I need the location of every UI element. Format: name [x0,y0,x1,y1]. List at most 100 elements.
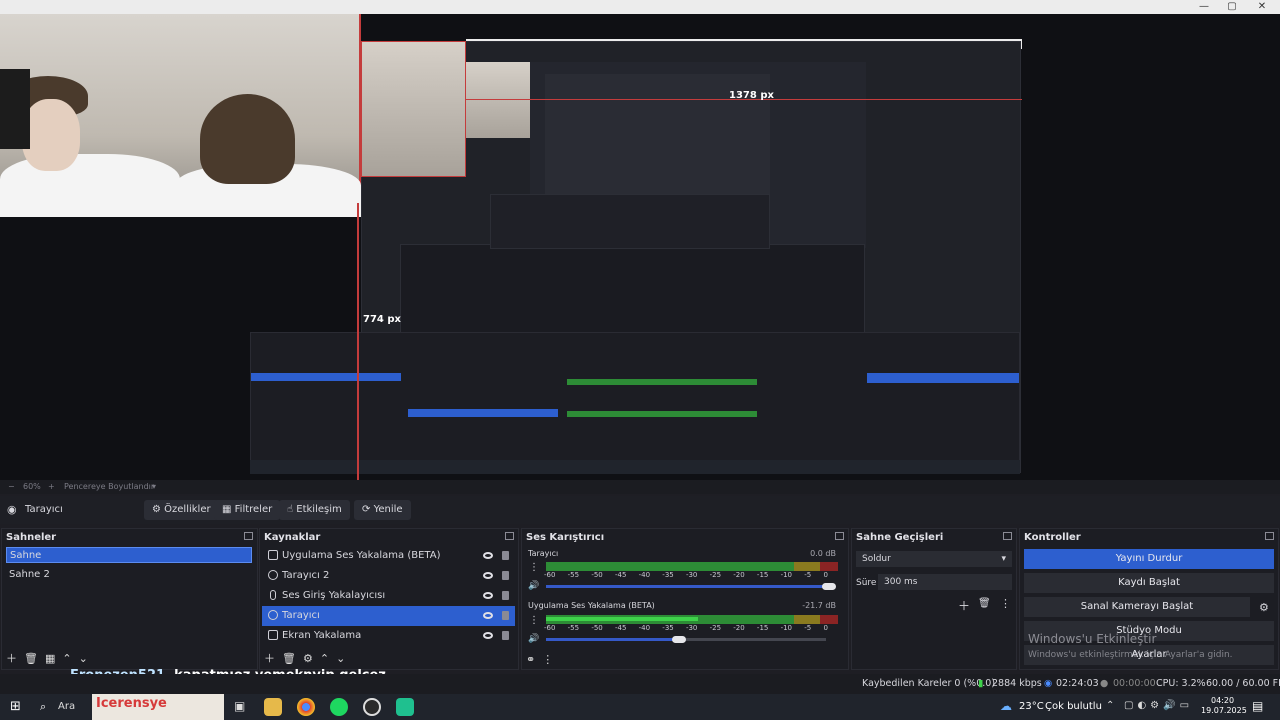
obs-icon[interactable] [363,698,381,716]
height-readout: 774 px [363,314,401,325]
zoom-out-icon[interactable]: − [8,482,15,491]
activation-watermark-text: Windows'u etkinleştirmek için Ayarlar'a … [1028,650,1233,660]
gear-icon[interactable]: ⚙ [303,652,313,665]
chevron-up-icon[interactable]: ⌃ [320,652,329,665]
mixer-footer: ⚭ ⋮ [526,653,553,666]
mixer-channel-name: Uygulama Ses Yakalama (BETA) [528,601,655,610]
stream-time: 02:24:03 [1056,678,1099,689]
spotify-icon[interactable] [330,698,348,716]
lock-icon[interactable] [502,591,509,600]
meter-level [546,617,698,621]
scene-item[interactable]: Sahne 2 [6,567,252,583]
kebab-menu-icon[interactable]: ⋮ [542,653,553,666]
duration-input[interactable]: 300 ms [878,574,1012,590]
speaker-icon[interactable]: 🔊 [528,581,539,591]
add-icon[interactable]: ＋ [6,652,17,665]
windows-start-icon[interactable]: ⊞ [10,699,21,714]
lock-icon[interactable] [502,551,509,560]
mixer-dock: Ses Karıştırıcı Tarayıcı 0.0 dB ⋮ -60 -5… [521,528,849,670]
refresh-button[interactable]: ⟳ Yenile [354,500,411,520]
undock-icon[interactable] [1265,532,1274,540]
program-preview[interactable]: 1378 px 774 px [0,14,1280,480]
chevron-down-icon[interactable]: ▾ [152,482,156,491]
width-readout: 1378 px [729,90,774,101]
chevron-down-icon[interactable]: ⌄ [336,652,345,665]
eye-icon[interactable] [483,572,493,579]
meter-green-zone [546,562,794,571]
search-icon[interactable]: ⌕ [40,700,46,714]
source-row[interactable]: Tarayıcı 2 [262,566,515,586]
trash-icon[interactable]: 🗑 [978,598,991,609]
volume-slider[interactable] [546,585,826,588]
controls-dock: Kontroller Yayını Durdur Kaydı Başlat Sa… [1019,528,1279,670]
webcam-source [0,14,361,217]
eye-icon[interactable] [483,612,493,619]
interact-button[interactable]: ☝ Etkileşim [279,500,350,520]
chevron-down-icon[interactable]: ⌄ [79,652,88,665]
file-explorer-icon[interactable] [264,698,282,716]
close-button[interactable]: ✕ [1248,0,1276,14]
globe-icon [268,610,278,620]
pointer-icon: ☝ [287,504,297,515]
eye-icon[interactable] [483,552,493,559]
minimize-button[interactable]: — [1190,0,1218,14]
sources-title: Kaynaklar [264,532,321,543]
nested-webcam-2 [466,62,530,138]
properties-button[interactable]: ⚙ Özellikler [144,500,219,520]
taskbar-time: 04:20 [1211,696,1235,705]
lock-icon[interactable] [502,571,509,580]
trash-icon[interactable]: 🗑 [24,652,38,665]
gear-icon[interactable]: ⚙ [1259,601,1269,614]
undock-icon[interactable] [1003,532,1012,540]
eye-icon[interactable] [483,632,493,639]
fit-to-window[interactable]: Pencereye Boyutlandır [64,482,154,491]
maximize-button[interactable]: ▢ [1218,0,1246,14]
undock-icon[interactable] [244,532,253,540]
speaker-icon[interactable]: 🔊 [528,634,539,644]
lock-icon[interactable] [502,631,509,640]
kebab-menu-icon[interactable]: ⋮ [529,615,539,626]
dropped-frames: Kaybedilen Kareler 0 (%0.0) [862,678,996,689]
undock-icon[interactable] [835,532,844,540]
chevron-up-icon[interactable]: ⌃ [62,652,71,665]
task-view-icon[interactable]: ▣ [234,699,245,713]
kebab-menu-icon[interactable]: ⋮ [529,562,539,573]
filters-button[interactable]: ▦ Filtreler [214,500,281,520]
start-recording-button[interactable]: Kaydı Başlat [1024,573,1274,593]
nested-obs-window-2 [490,194,770,249]
add-icon[interactable]: ＋ [264,652,275,665]
scene-item[interactable]: Sahne [6,547,252,563]
undock-icon[interactable] [505,532,514,540]
trash-icon[interactable]: 🗑 [282,652,296,665]
bitrate: 2884 kbps [992,678,1042,689]
source-row[interactable]: Tarayıcı [262,606,515,626]
gear-icon: ⚙ [152,504,165,515]
taskbar-search[interactable]: Ara [58,701,75,712]
volume-knob[interactable] [672,636,686,643]
zoom-in-icon[interactable]: + [48,482,55,491]
add-icon[interactable]: ＋ [958,597,970,614]
source-row[interactable]: Ekran Yakalama [262,626,515,646]
transition-select[interactable]: Soldur ▾ [856,551,1012,567]
eye-icon[interactable] [483,592,493,599]
refresh-icon: ⟳ [362,504,374,515]
notification-icon[interactable]: ▤ [1252,699,1263,713]
filter-icon[interactable]: ▦ [45,652,55,665]
source-row[interactable]: Uygulama Ses Yakalama (BETA) [262,546,515,566]
start-virtual-camera-button[interactable]: Sanal Kamerayı Başlat [1024,597,1250,617]
chevron-up-icon[interactable]: ⌃ [1106,700,1114,711]
volume-slider[interactable] [546,638,676,641]
stop-stream-button[interactable]: Yayını Durdur [1024,549,1274,569]
source-row[interactable]: Ses Giriş Yakalayıcısı [262,586,515,606]
zoom-row: − 60% + Pencereye Boyutlandır ▾ [0,480,1280,494]
tray-icons[interactable]: ▢◐⚙🔊▭ [1124,700,1193,711]
scene-footer: ＋ 🗑 ▦ ⌃ ⌄ [6,650,88,666]
mic-icon [270,590,276,600]
chrome-icon[interactable] [297,698,315,716]
weather-temp: 23°C [1019,701,1044,712]
volume-knob[interactable] [822,583,836,590]
lock-icon[interactable] [502,611,509,620]
app-icon[interactable] [396,698,414,716]
kebab-menu-icon[interactable]: ⋮ [1000,597,1011,610]
link-icon[interactable]: ⚭ [526,653,535,666]
